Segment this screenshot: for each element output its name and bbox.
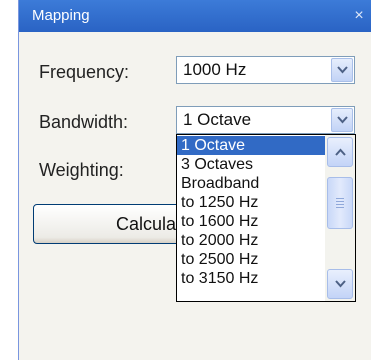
- mapping-window: Mapping × Frequency: 1000 Hz Bandwidth: …: [18, 0, 371, 360]
- bandwidth-value: 1 Octave: [183, 110, 252, 129]
- chevron-down-icon[interactable]: [327, 269, 353, 299]
- chevron-up-icon[interactable]: [327, 137, 353, 167]
- chevron-down-icon[interactable]: [331, 108, 353, 132]
- close-icon[interactable]: ×: [351, 7, 367, 25]
- grip-icon: [336, 198, 344, 208]
- frequency-select[interactable]: 1000 Hz: [176, 56, 355, 84]
- calculate-button-label: Calcula: [116, 214, 177, 234]
- frequency-label: Frequency:: [39, 62, 130, 82]
- dropdown-option[interactable]: Broadband: [177, 174, 325, 193]
- frequency-value: 1000 Hz: [183, 60, 247, 79]
- dropdown-option[interactable]: to 2500 Hz: [177, 250, 325, 269]
- bandwidth-dropdown-list[interactable]: 1 Octave 3 Octaves Broadband to 1250 Hz …: [176, 134, 356, 302]
- window-title: Mapping: [32, 7, 90, 24]
- title-bar: Mapping ×: [19, 0, 371, 32]
- dropdown-option[interactable]: 1 Octave: [177, 136, 325, 155]
- chevron-down-icon[interactable]: [331, 58, 353, 82]
- bandwidth-label: Bandwidth:: [39, 112, 129, 132]
- dropdown-scrollbar[interactable]: [325, 135, 355, 301]
- outer-background: [0, 0, 18, 360]
- dropdown-option[interactable]: 3 Octaves: [177, 155, 325, 174]
- dropdown-option[interactable]: to 3150 Hz: [177, 269, 325, 288]
- dropdown-option[interactable]: to 1600 Hz: [177, 212, 325, 231]
- scrollbar-thumb[interactable]: [327, 177, 353, 229]
- dropdown-option[interactable]: to 1250 Hz: [177, 193, 325, 212]
- dropdown-option[interactable]: to 2000 Hz: [177, 231, 325, 250]
- bandwidth-select[interactable]: 1 Octave: [176, 106, 355, 134]
- weighting-label: Weighting:: [39, 160, 124, 180]
